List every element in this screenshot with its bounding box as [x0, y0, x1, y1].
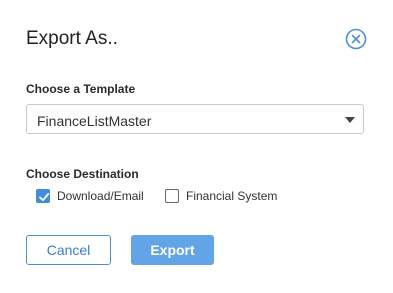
- close-button[interactable]: [345, 28, 367, 50]
- financial-system-checkbox[interactable]: [165, 189, 179, 203]
- export-button[interactable]: Export: [131, 235, 214, 265]
- dialog-title: Export As..: [26, 28, 118, 49]
- download-email-label: Download/Email: [57, 189, 144, 203]
- template-label: Choose a Template: [26, 82, 136, 96]
- destination-label: Choose Destination: [26, 167, 139, 181]
- financial-system-option[interactable]: Financial System: [165, 189, 277, 203]
- cancel-button[interactable]: Cancel: [26, 235, 111, 265]
- download-email-checkbox[interactable]: [36, 189, 50, 203]
- dropdown-arrow-icon: [345, 117, 355, 123]
- template-select[interactable]: FinanceListMaster: [26, 104, 364, 134]
- checkmark-icon: [39, 193, 50, 202]
- download-email-option[interactable]: Download/Email: [36, 189, 144, 203]
- financial-system-label: Financial System: [186, 189, 278, 203]
- export-dialog: Export As.. Choose a Template FinanceLis…: [0, 0, 393, 293]
- close-circle-icon: [345, 28, 367, 50]
- template-select-value: FinanceListMaster: [37, 113, 152, 129]
